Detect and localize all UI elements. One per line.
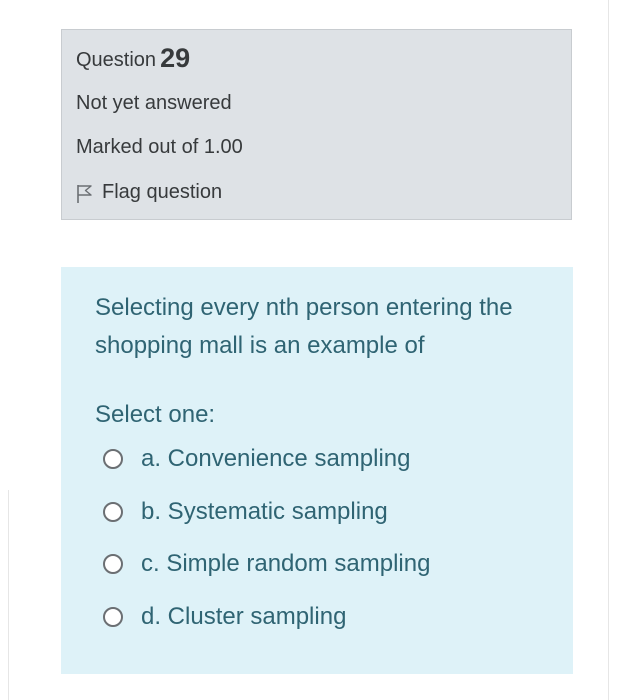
flag-question-button[interactable]: Flag question (76, 180, 222, 204)
question-number-heading: Question 29 (76, 43, 190, 74)
question-info-panel: Question 29 Not yet answered Marked out o… (61, 29, 572, 220)
question-text: Selecting every nth person entering the … (95, 294, 513, 359)
answer-option-d[interactable]: d. Cluster sampling (103, 603, 346, 631)
question-label: Question (76, 49, 157, 71)
answer-label-d: d. Cluster sampling (141, 603, 347, 630)
answer-option-a[interactable]: a. Convenience sampling (103, 445, 411, 473)
question-number: 29 (160, 43, 191, 73)
answer-label-a: a. Convenience sampling (141, 445, 411, 472)
flag-outline-icon (76, 184, 94, 204)
flag-question-label: Flag question (102, 180, 223, 203)
answer-option-c[interactable]: c. Simple random sampling (103, 550, 430, 578)
question-state: Not yet answered (76, 92, 232, 114)
page-border-right (608, 0, 609, 700)
radio-button-b[interactable] (103, 502, 123, 522)
radio-button-c[interactable] (103, 554, 123, 574)
answer-option-b[interactable]: b. Systematic sampling (103, 498, 388, 526)
radio-button-a[interactable] (103, 449, 123, 469)
answer-label-c: c. Simple random sampling (141, 550, 431, 577)
select-one-prompt: Select one: (95, 401, 216, 428)
question-grade: Marked out of 1.00 (76, 136, 243, 158)
radio-button-d[interactable] (103, 607, 123, 627)
answer-label-b: b. Systematic sampling (141, 498, 388, 525)
page-border-left (8, 490, 9, 700)
quiz-page: Question 29 Not yet answered Marked out o… (0, 0, 635, 700)
question-content-panel: Selecting every nth person entering the … (61, 267, 573, 674)
